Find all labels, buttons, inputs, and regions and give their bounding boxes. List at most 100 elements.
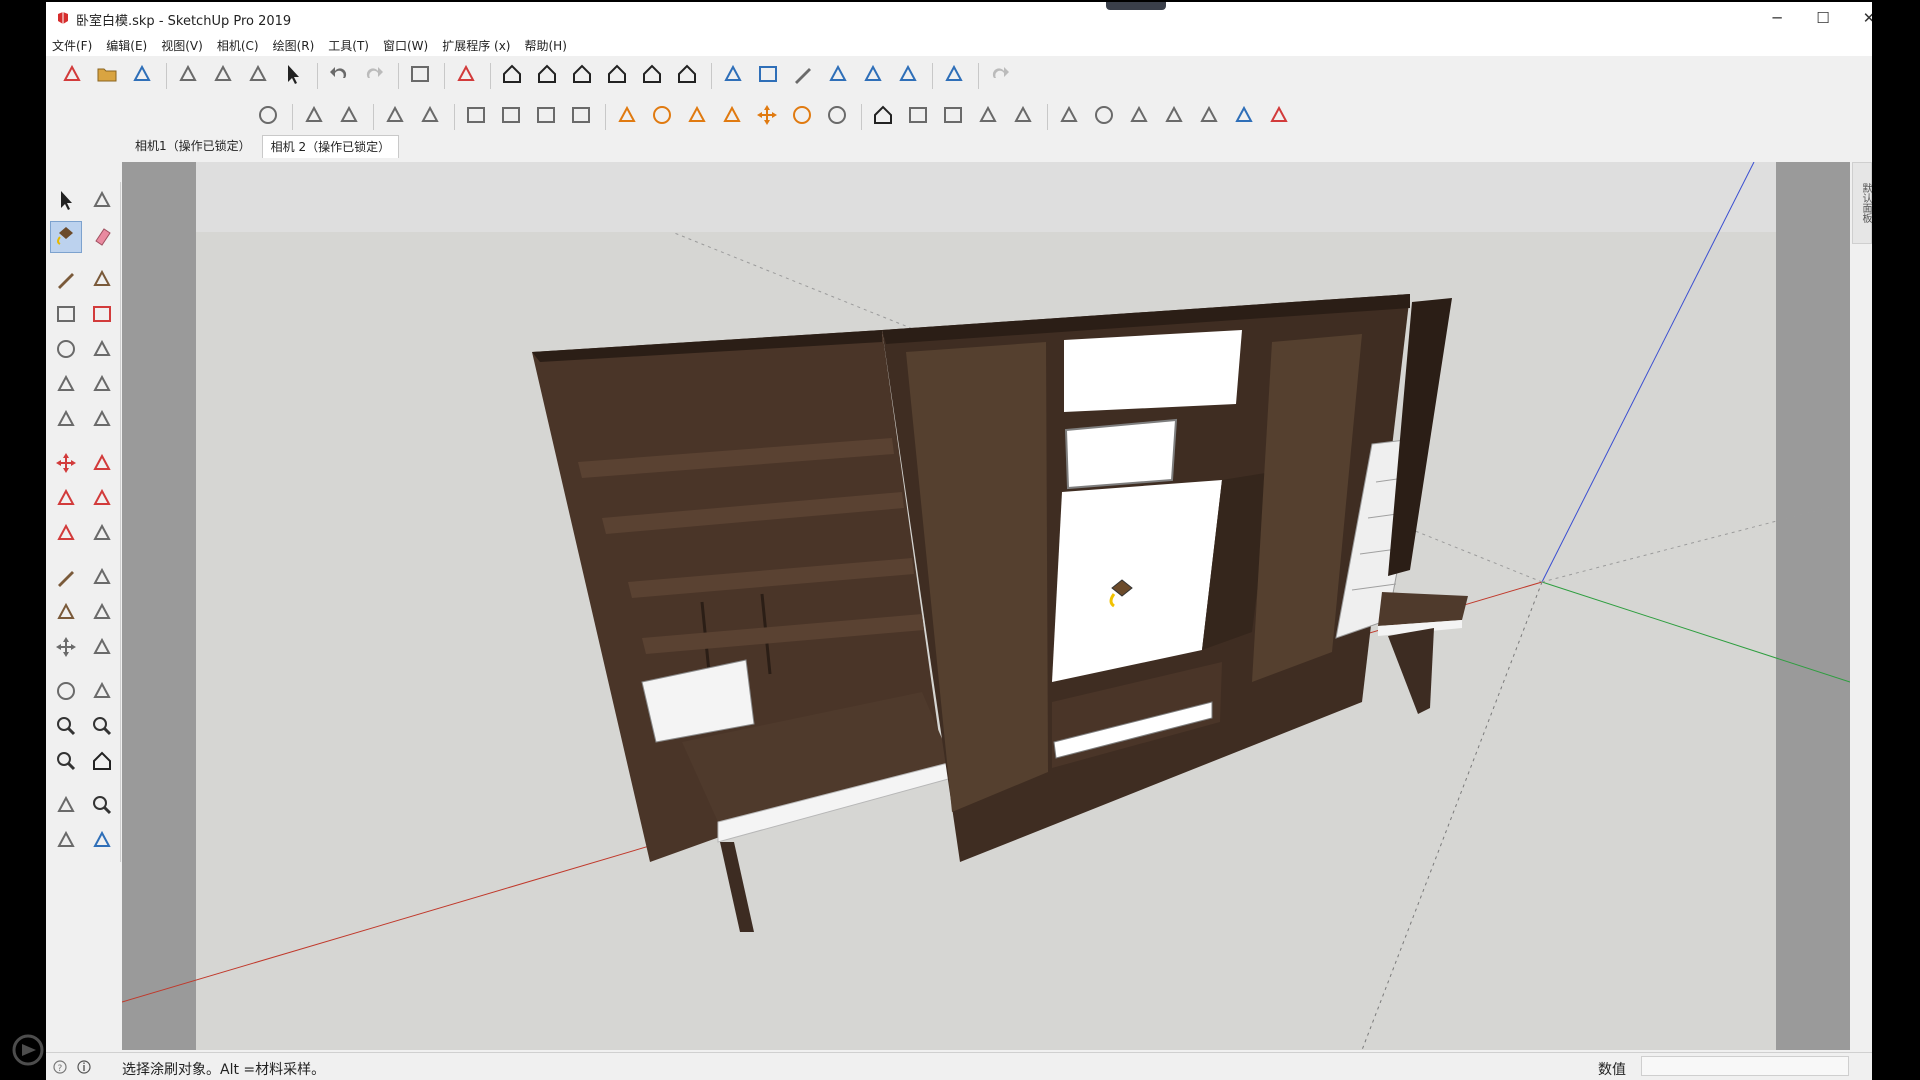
move-tool-button[interactable] [50, 449, 82, 481]
redo-button[interactable] [358, 60, 390, 92]
menu-help[interactable]: 帮助(H) [524, 37, 566, 54]
right-view-button[interactable] [601, 60, 633, 92]
look-around-tool-button[interactable] [86, 791, 118, 823]
erase-selection-button[interactable] [277, 60, 309, 92]
render-flag-button[interactable] [1228, 101, 1260, 133]
model-viewport[interactable] [122, 162, 1850, 1050]
eraser-tool-button[interactable] [86, 221, 118, 253]
rotated-rectangle-tool-button[interactable] [86, 300, 118, 332]
explode-button[interactable] [751, 101, 783, 133]
circle-target-button[interactable] [646, 101, 678, 133]
protractor-tool-button[interactable] [50, 598, 82, 630]
pan-tool-button[interactable] [86, 677, 118, 709]
measurements-input[interactable] [1641, 1056, 1849, 1076]
arc-tool-button[interactable] [50, 370, 82, 402]
paste-button[interactable] [242, 60, 274, 92]
zoom-extents-tool-button[interactable] [50, 747, 82, 779]
shaded-button[interactable] [822, 60, 854, 92]
grass-button[interactable] [972, 101, 1004, 133]
frame3-button[interactable] [530, 101, 562, 133]
stripe-button[interactable] [1007, 101, 1039, 133]
dome-button[interactable] [786, 101, 818, 133]
hidden-line-button[interactable] [787, 60, 819, 92]
xray-button[interactable] [717, 60, 749, 92]
maximize-button[interactable]: ☐ [1800, 2, 1846, 34]
scene-canvas[interactable] [122, 162, 1850, 1050]
render-light-button[interactable] [1123, 101, 1155, 133]
t-tool-button[interactable] [716, 101, 748, 133]
menu-tools[interactable]: 工具(T) [328, 37, 369, 54]
iso-view-button[interactable] [496, 60, 528, 92]
render-cam2-button[interactable] [1158, 101, 1190, 133]
offset-tool-button[interactable] [86, 519, 118, 551]
left-view-button[interactable] [671, 60, 703, 92]
menu-extensions[interactable]: 扩展程序 (x) [442, 37, 510, 54]
new-file-button[interactable] [56, 60, 88, 92]
teapot-group-button[interactable] [333, 101, 365, 133]
walk-tool-button[interactable] [50, 826, 82, 858]
orbit-tool-button[interactable] [50, 677, 82, 709]
triangle-tool-button[interactable] [681, 101, 713, 133]
pie-tool-button[interactable] [86, 405, 118, 437]
box-button[interactable] [902, 101, 934, 133]
section-plane-button[interactable] [938, 60, 970, 92]
sphere-button[interactable] [821, 101, 853, 133]
frame2-button[interactable] [495, 101, 527, 133]
render-stop-button[interactable] [1263, 101, 1295, 133]
follow-me-tool-button[interactable] [86, 484, 118, 516]
axes-tool-button[interactable] [50, 633, 82, 665]
menu-file[interactable]: 文件(F) [52, 37, 92, 54]
make-component-tool-button[interactable] [86, 186, 118, 218]
teapot-button[interactable] [298, 101, 330, 133]
menu-camera[interactable]: 相机(C) [217, 37, 259, 54]
cut-button[interactable] [172, 60, 204, 92]
render-sphere-button[interactable] [1088, 101, 1120, 133]
zoom-tool-button[interactable] [50, 712, 82, 744]
scale-tool-button[interactable] [50, 519, 82, 551]
monochrome-button[interactable] [892, 60, 924, 92]
roof-button[interactable] [867, 101, 899, 133]
render-paper-button[interactable] [1193, 101, 1225, 133]
previous-view-tool-button[interactable] [86, 747, 118, 779]
remote-session-tab[interactable] [1106, 2, 1166, 10]
freehand-tool-button[interactable] [86, 265, 118, 297]
render-cam-button[interactable] [1053, 101, 1085, 133]
scene-tab-camera-1[interactable]: 相机1（操作已锁定） [126, 134, 260, 158]
push-pull-tool-button[interactable] [86, 449, 118, 481]
three-point-arc-tool-button[interactable] [50, 405, 82, 437]
lock-button[interactable] [565, 101, 597, 133]
wireframe-button[interactable] [752, 60, 784, 92]
top-view-button[interactable] [531, 60, 563, 92]
dimensions-tool-button[interactable] [86, 563, 118, 595]
validate-button[interactable] [252, 101, 284, 133]
close-button[interactable]: ✕ [1846, 2, 1872, 34]
section-plane-tool-tool-button[interactable] [86, 826, 118, 858]
menu-draw[interactable]: 绘图(R) [273, 37, 315, 54]
select-arrow-tool-button[interactable] [50, 186, 82, 218]
frame-button[interactable] [460, 101, 492, 133]
circle-tool-button[interactable] [50, 335, 82, 367]
zoom-window-tool-button[interactable] [86, 712, 118, 744]
minimize-button[interactable]: ─ [1754, 2, 1800, 34]
scene-tab-camera-2[interactable]: 相机 2（操作已锁定） [261, 135, 400, 158]
polygon-tool-button[interactable] [86, 335, 118, 367]
undo-button[interactable] [323, 60, 355, 92]
3d-text-tool-button[interactable] [86, 633, 118, 665]
default-tray-tab[interactable]: 默认面板 [1852, 162, 1872, 244]
menu-view[interactable]: 视图(V) [161, 37, 203, 54]
tape-measure-tool-button[interactable] [50, 563, 82, 595]
two-point-arc-tool-button[interactable] [86, 370, 118, 402]
position-camera-tool-button[interactable] [50, 791, 82, 823]
joint-button[interactable] [611, 101, 643, 133]
rotate-tool-button[interactable] [50, 484, 82, 516]
paint-bucket-tool-button[interactable] [50, 221, 82, 253]
landscape-button[interactable] [379, 101, 411, 133]
box2-button[interactable] [937, 101, 969, 133]
model-info-button[interactable] [450, 60, 482, 92]
fredo-button[interactable] [984, 60, 1016, 92]
menu-edit[interactable]: 编辑(E) [106, 37, 147, 54]
shaded-textures-button[interactable] [857, 60, 889, 92]
menu-window[interactable]: 窗口(W) [383, 37, 428, 54]
front-view-button[interactable] [566, 60, 598, 92]
rectangle-tool-button[interactable] [50, 300, 82, 332]
